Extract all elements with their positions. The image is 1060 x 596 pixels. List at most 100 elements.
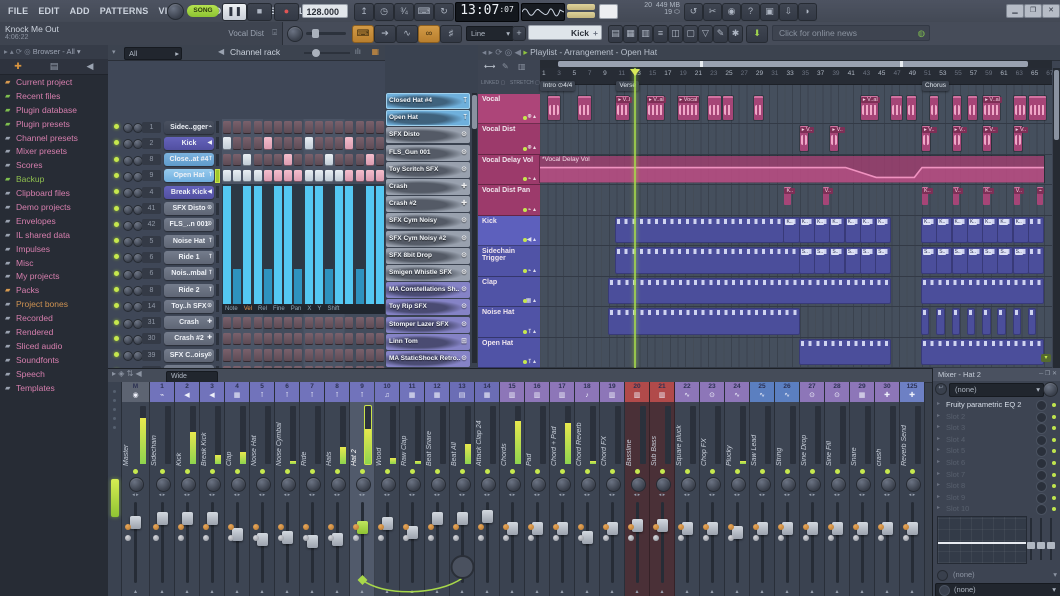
strip-fader-track[interactable] xyxy=(885,502,889,583)
step-button[interactable] xyxy=(233,316,242,329)
channel-pan-knob[interactable] xyxy=(123,188,133,199)
channel-route-number[interactable]: 6 xyxy=(142,251,161,263)
channel-name-button[interactable]: Ride 2 ⊺ xyxy=(164,283,214,297)
strip-eq-knob[interactable] xyxy=(678,535,684,541)
strip-header[interactable]: 23 ⊙ xyxy=(700,382,724,402)
browser-item-backup[interactable]: ▰ Backup xyxy=(0,172,108,186)
clip-source-ma-constellations-sh-[interactable]: MA Constellations Sh.. ⊙ xyxy=(386,282,470,299)
strip-fader-track[interactable] xyxy=(735,502,739,583)
playlist-hscrollbar-handle[interactable] xyxy=(558,61,1028,67)
step-button[interactable] xyxy=(304,169,313,182)
channel-route-number[interactable]: 2 xyxy=(142,137,161,149)
track-lane-vocal-dist-pan[interactable]: K.. V.. K.. V.. K.. V.. ⌁ xyxy=(540,185,1052,216)
slot-mix-knob[interactable] xyxy=(1036,492,1047,504)
step-button[interactable] xyxy=(253,137,262,149)
channel-route-number[interactable]: 5 xyxy=(142,235,161,247)
step-button[interactable] xyxy=(325,349,333,361)
clip-source-fls-gun-001[interactable]: FLS_Gun 001 ⊙ xyxy=(386,144,470,161)
browser-item-misc[interactable]: ▰ Misc xyxy=(0,256,108,270)
strip-eq-knob[interactable] xyxy=(228,524,234,530)
step-button[interactable] xyxy=(253,169,262,182)
mixer-strip-plucky[interactable]: 24 ∿ Plucky ◂ ▸ ▴ xyxy=(725,382,750,596)
strip-pan-control[interactable]: ◂ ▸ xyxy=(875,492,899,498)
channel-pan-knob[interactable] xyxy=(123,220,133,231)
strip-header[interactable]: 17 ▥ xyxy=(550,382,574,402)
clip-source-linn-tom[interactable]: Linn Tom ⊞ xyxy=(386,333,470,350)
strip-eq-knob[interactable] xyxy=(478,524,484,530)
channel-enable-led[interactable] xyxy=(114,172,119,178)
graph-target-y[interactable]: Y xyxy=(314,304,324,314)
mixer-strip-reverb-send[interactable]: 125 ✚ Reverb Send ◂ ▸ ▴ xyxy=(900,382,925,596)
track-header-noise-hat[interactable]: Noise Hat ⊺ ▴ xyxy=(478,307,540,338)
strip-mute-led[interactable] xyxy=(484,469,490,474)
channel-route-number[interactable]: 42 xyxy=(142,219,161,231)
channel-pan-knob[interactable] xyxy=(123,253,133,264)
strip-route-arrow[interactable]: ▴ xyxy=(700,588,724,595)
step-button[interactable] xyxy=(345,137,354,149)
undo-icon[interactable]: ↺ xyxy=(684,3,703,21)
strip-header[interactable]: 8 ⊺ xyxy=(325,382,349,402)
step-button[interactable] xyxy=(335,153,344,166)
strip-route-arrow[interactable]: ▴ xyxy=(400,588,424,595)
graph-velocity-bar[interactable] xyxy=(233,268,242,304)
strip-stereo-knob[interactable] xyxy=(330,477,346,492)
step-button[interactable] xyxy=(345,153,354,166)
strip-mute-led[interactable] xyxy=(784,469,790,474)
strip-mute-led[interactable] xyxy=(759,469,765,474)
slot-mix-knob[interactable] xyxy=(1036,458,1047,469)
strip-eq-knob[interactable] xyxy=(853,524,859,530)
strip-eq-knob[interactable] xyxy=(253,524,259,530)
download-content-button[interactable]: ⬇ xyxy=(746,25,768,43)
typing-to-piano-icon[interactable]: ⌨ xyxy=(352,25,374,43)
mixer-strip-sidechain[interactable]: 1 ⌁ Sidechain ◂ ▸ ▴ xyxy=(150,382,175,596)
channel-rack-toggle-icon[interactable]: ▥ xyxy=(638,25,653,43)
step-button[interactable] xyxy=(355,332,364,345)
strip-stereo-knob[interactable] xyxy=(730,477,746,492)
strip-fader-track[interactable] xyxy=(510,502,514,583)
strip-route-arrow[interactable]: ▴ xyxy=(475,588,499,595)
browser-item-plugin-presets[interactable]: ▰ Plugin presets xyxy=(0,117,108,131)
clip-source-open-hat[interactable]: Open Hat ⊺ xyxy=(386,110,470,127)
audio-clip[interactable]: ▸ V.. xyxy=(952,126,968,151)
strip-header[interactable]: 12 ▦ xyxy=(425,382,449,402)
channel-route-number[interactable]: 6 xyxy=(142,268,161,280)
strip-eq-knob[interactable] xyxy=(153,535,159,541)
step-button[interactable] xyxy=(284,316,293,329)
step-button[interactable] xyxy=(274,332,282,345)
stretch-checkbox[interactable]: STRETCH ▢ xyxy=(510,80,540,86)
pattern-clip[interactable]: K.. xyxy=(860,217,875,243)
help-icon[interactable]: ? xyxy=(741,3,760,21)
step-button[interactable] xyxy=(314,121,323,133)
strip-header[interactable]: 11 ▦ xyxy=(400,382,424,402)
eq-mini-fader-handle[interactable] xyxy=(1027,542,1035,549)
pattern-clip[interactable]: K.. xyxy=(983,217,998,243)
strip-stereo-knob[interactable] xyxy=(480,477,496,492)
step-button[interactable] xyxy=(365,332,374,345)
track-lane-vocal-dist[interactable]: ▸ V.. ▸ V.. ▸ V.. ▸ V.. ▸ V.. ▸ V.. xyxy=(540,124,1052,155)
step-button[interactable] xyxy=(325,153,333,166)
clip-source-toy-rip-sfx[interactable]: Toy Rip SFX ⊙ xyxy=(386,299,470,316)
strip-eq-knob[interactable] xyxy=(903,524,909,530)
channel-pan-knob[interactable] xyxy=(123,123,133,133)
render-icon[interactable]: ⇩ xyxy=(779,3,798,21)
strip-eq-knob[interactable] xyxy=(125,535,131,541)
strip-eq-knob[interactable] xyxy=(428,524,434,530)
channel-enable-led[interactable] xyxy=(114,221,119,227)
audio-clip[interactable] xyxy=(578,96,591,121)
step-button[interactable] xyxy=(253,349,262,361)
step-button[interactable] xyxy=(233,169,242,182)
strip-pan-control[interactable]: ◂ ▸ xyxy=(350,492,374,498)
typing-keys-icon[interactable]: ⌨ xyxy=(414,3,434,21)
step-button[interactable] xyxy=(223,137,231,149)
strip-route-arrow[interactable]: ▴ xyxy=(625,588,649,595)
track-lane-sidechain-trigger[interactable]: S.. S.. S.. S.. S.. S.. S.. S.. S.. S.. S.. S.. S.. xyxy=(540,246,1052,277)
step-button[interactable] xyxy=(294,332,303,345)
step-button[interactable] xyxy=(263,316,272,329)
step-button[interactable] xyxy=(263,153,272,166)
strip-route-arrow[interactable]: ▴ xyxy=(122,588,149,595)
audio-clip[interactable] xyxy=(891,96,903,121)
step-button[interactable] xyxy=(223,169,231,182)
pattern-clip[interactable]: K.. xyxy=(952,217,967,243)
step-grid-icon[interactable]: ▦ xyxy=(371,47,379,56)
slot-enable-led[interactable] xyxy=(1052,426,1056,431)
